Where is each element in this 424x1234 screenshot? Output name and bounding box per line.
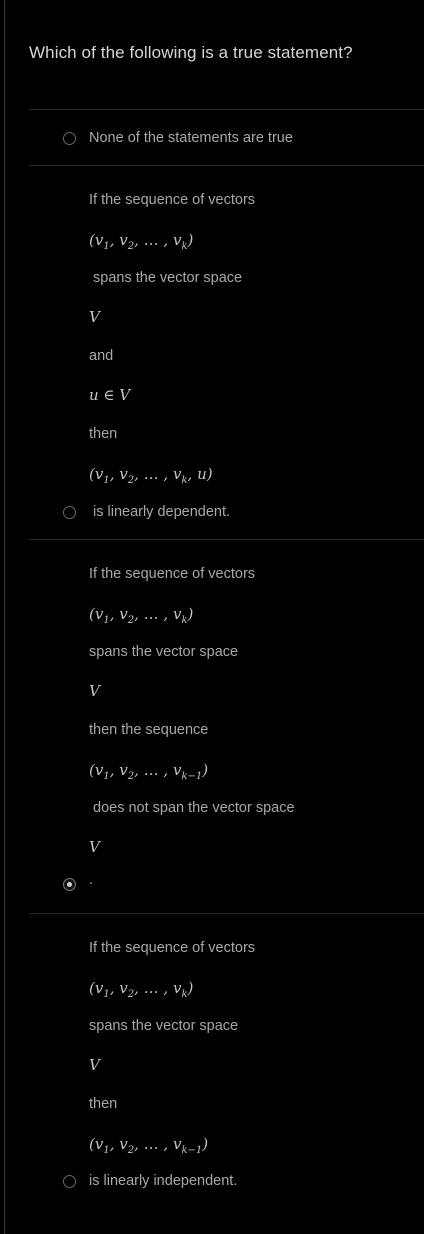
option-2-radio[interactable] bbox=[63, 506, 76, 519]
option-3-line-7: does not span the vector space bbox=[93, 800, 295, 816]
option-2-math-extended-sequence: (v1, v2, … , vk, u) bbox=[89, 465, 213, 486]
option-1-radio[interactable] bbox=[63, 132, 76, 145]
question-text: Which of the following is a true stateme… bbox=[29, 43, 353, 62]
option-2-math-sequence: (v1, v2, … , vk) bbox=[89, 231, 194, 252]
divider bbox=[29, 109, 424, 110]
option-4-math-sequence: (v1, v2, … , vk) bbox=[89, 979, 194, 1000]
option-3-math-space: V bbox=[89, 682, 100, 700]
option-3-line-1: If the sequence of vectors bbox=[89, 566, 256, 582]
option-3-line-5: then the sequence bbox=[89, 722, 209, 738]
option-3-line-3: spans the vector space bbox=[89, 644, 239, 660]
option-3-line-9[interactable]: . bbox=[89, 872, 93, 888]
option-4-line-7[interactable]: is linearly independent. bbox=[89, 1173, 237, 1189]
option-3-math-shorter-sequence: (v1, v2, … , vk−1) bbox=[89, 761, 209, 782]
divider bbox=[29, 913, 424, 914]
panel-left-border bbox=[4, 0, 5, 1234]
option-3-math-space-2: V bbox=[89, 838, 100, 856]
option-4-line-5: then bbox=[89, 1096, 118, 1112]
option-4-radio[interactable] bbox=[63, 1175, 76, 1188]
option-4-line-1: If the sequence of vectors bbox=[89, 940, 256, 956]
option-2-line-5: and bbox=[89, 348, 114, 364]
option-2-math-membership: u ∈ V bbox=[89, 386, 131, 404]
option-4-math-shorter-sequence: (v1, v2, … , vk−1) bbox=[89, 1135, 209, 1156]
option-2-math-space: V bbox=[89, 308, 100, 326]
option-2-line-9[interactable]: is linearly dependent. bbox=[93, 504, 230, 520]
divider bbox=[29, 539, 424, 540]
option-4-line-3: spans the vector space bbox=[89, 1018, 239, 1034]
option-3-radio-selected[interactable] bbox=[63, 878, 76, 891]
divider bbox=[29, 165, 424, 166]
option-2-line-7: then bbox=[89, 426, 118, 442]
option-2-line-3: spans the vector space bbox=[93, 270, 243, 286]
option-1-label[interactable]: None of the statements are true bbox=[89, 130, 293, 146]
option-4-math-space: V bbox=[89, 1056, 100, 1074]
option-3-math-sequence: (v1, v2, … , vk) bbox=[89, 605, 194, 626]
option-2-line-1: If the sequence of vectors bbox=[89, 192, 256, 208]
